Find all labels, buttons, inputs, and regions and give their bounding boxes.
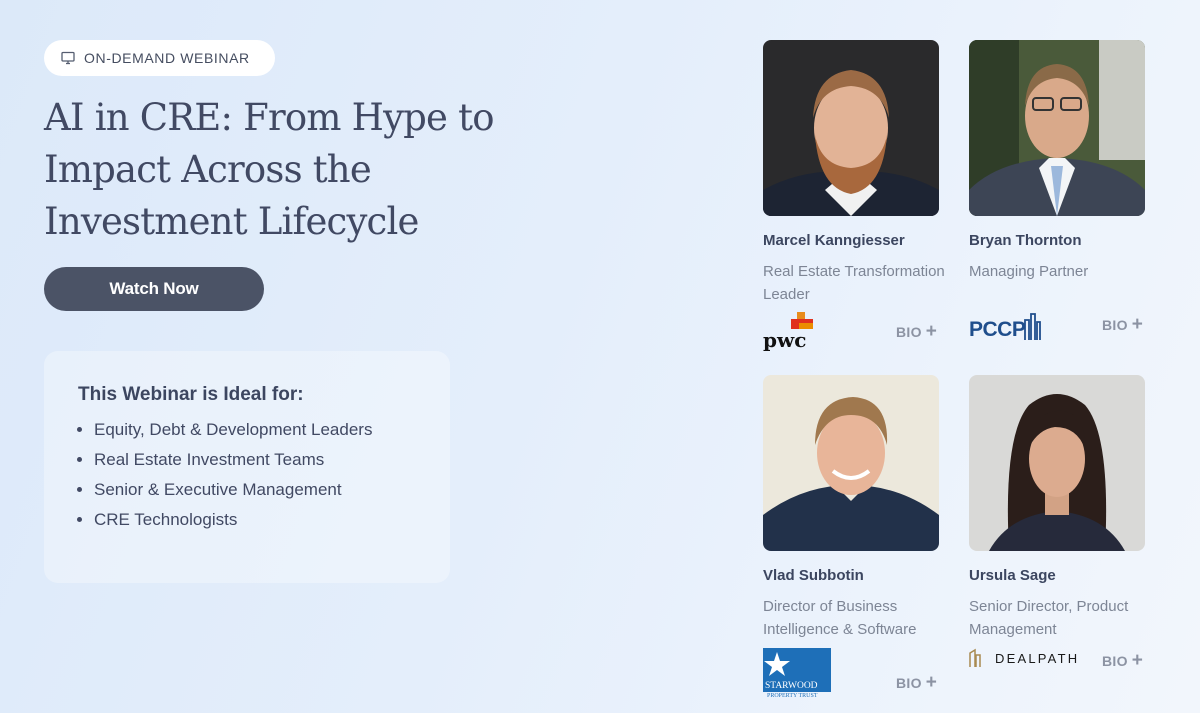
title-line-2: Impact Across the <box>44 148 372 191</box>
bio-label: BIO <box>896 324 922 340</box>
bio-button[interactable]: BIO + <box>1102 314 1144 335</box>
svg-text:PCCP: PCCP <box>969 318 1026 341</box>
speaker-photo <box>763 375 939 551</box>
bio-button[interactable]: BIO + <box>896 321 938 342</box>
title-line-3: Investment Lifecycle <box>44 200 419 243</box>
svg-text:PROPERTY TRUST: PROPERTY TRUST <box>767 693 818 698</box>
speaker-role: Senior Director, Product Management <box>969 598 1129 638</box>
list-item: Senior & Executive Management <box>94 475 450 505</box>
svg-text:DEALPATH: DEALPATH <box>995 651 1079 666</box>
list-item: CRE Technologists <box>94 505 450 535</box>
page-title: AI in CRE: From Hype to Impact Across th… <box>44 92 564 248</box>
title-line-1: AI in CRE: From Hype to <box>44 96 494 139</box>
bio-button[interactable]: BIO + <box>1102 650 1144 671</box>
svg-text:STARWOOD: STARWOOD <box>765 681 818 691</box>
bio-button[interactable]: BIO + <box>896 672 938 693</box>
svg-text:pwc: pwc <box>763 328 806 351</box>
list-item: Real Estate Investment Teams <box>94 445 450 475</box>
speaker-name: Marcel Kanngiesser <box>763 232 905 249</box>
bio-label: BIO <box>896 675 922 691</box>
list-item: Equity, Debt & Development Leaders <box>94 415 450 445</box>
speaker-role: Real Estate Transformation Leader <box>763 263 945 303</box>
plus-icon: + <box>925 672 938 693</box>
speaker-photo <box>969 40 1145 216</box>
monitor-icon <box>61 51 75 65</box>
pccp-logo: PCCP <box>969 310 1043 349</box>
speaker-card-bryan: Bryan Thornton Managing Partner PCCP BIO… <box>969 40 1159 360</box>
ideal-for-panel: This Webinar is Ideal for: Equity, Debt … <box>44 351 450 583</box>
plus-icon: + <box>1131 650 1144 671</box>
bio-label: BIO <box>1102 317 1128 333</box>
speaker-name: Vlad Subbotin <box>763 567 864 584</box>
webinar-badge: ON-DEMAND WEBINAR <box>44 40 275 76</box>
ideal-for-heading: This Webinar is Ideal for: <box>78 384 304 405</box>
starwood-logo: STARWOOD PROPERTY TRUST <box>763 648 831 703</box>
ideal-for-list: Equity, Debt & Development Leaders Real … <box>78 415 450 535</box>
plus-icon: + <box>925 321 938 342</box>
speaker-name: Ursula Sage <box>969 567 1056 584</box>
speaker-name: Bryan Thornton <box>969 232 1082 249</box>
bio-label: BIO <box>1102 653 1128 669</box>
speaker-role: Managing Partner <box>969 263 1089 280</box>
speaker-photo <box>763 40 939 216</box>
speaker-photo <box>969 375 1145 551</box>
plus-icon: + <box>1131 314 1144 335</box>
speaker-card-marcel: Marcel Kanngiesser Real Estate Transform… <box>763 40 953 360</box>
dealpath-logo: DEALPATH <box>969 647 1087 674</box>
badge-label: ON-DEMAND WEBINAR <box>84 50 250 66</box>
speaker-role: Director of Business Intelligence & Soft… <box>763 598 917 638</box>
speaker-card-vlad: Vlad Subbotin Director of Business Intel… <box>763 375 953 700</box>
speaker-card-ursula: Ursula Sage Senior Director, Product Man… <box>969 375 1159 700</box>
watch-now-button[interactable]: Watch Now <box>44 267 264 311</box>
pwc-logo: pwc <box>763 311 817 356</box>
